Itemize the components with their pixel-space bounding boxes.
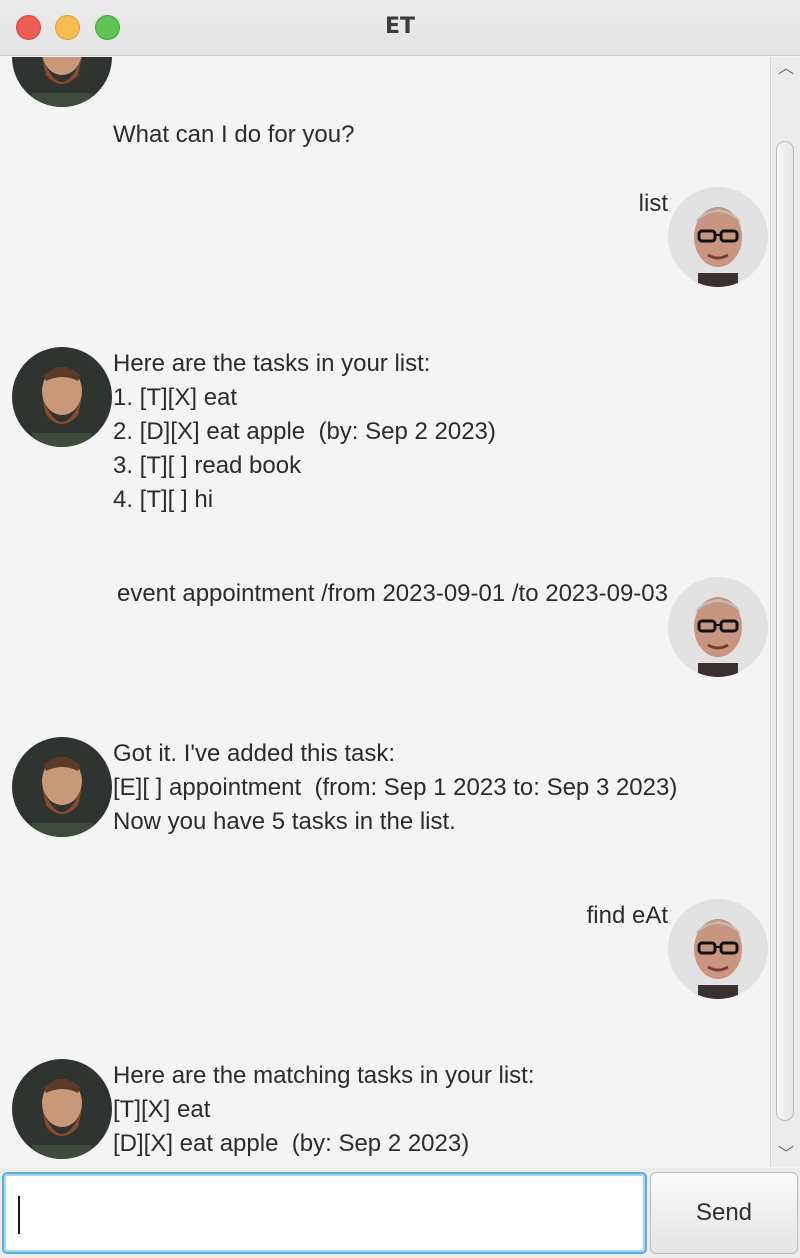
send-button[interactable]: Send bbox=[650, 1172, 798, 1254]
user-input-field[interactable] bbox=[2, 1172, 647, 1254]
user-message: list bbox=[0, 187, 770, 287]
scroll-down-arrow-icon[interactable]: ﹀ bbox=[771, 1143, 800, 1167]
bot-message-text: Got it. I've added this task: [E][ ] app… bbox=[113, 740, 678, 835]
glasses-man-avatar-icon bbox=[668, 187, 768, 287]
scrollbar-thumb[interactable] bbox=[776, 141, 794, 1121]
window-titlebar: ET bbox=[0, 0, 800, 56]
vertical-scrollbar[interactable]: ︿ ﹀ bbox=[770, 57, 800, 1167]
bearded-man-avatar-icon bbox=[12, 57, 112, 107]
bearded-man-avatar-icon bbox=[12, 1059, 112, 1159]
user-message: find eAt bbox=[0, 899, 770, 999]
dialog-container: What can I do for you? list Here are the… bbox=[0, 57, 770, 1167]
text-caret bbox=[18, 1196, 20, 1234]
glasses-man-avatar-icon bbox=[668, 577, 768, 677]
bearded-man-avatar-icon bbox=[12, 347, 112, 447]
user-message-text: event appointment /from 2023-09-01 /to 2… bbox=[116, 580, 668, 607]
user-message-text: list bbox=[638, 190, 668, 217]
bot-message: Got it. I've added this task: [E][ ] app… bbox=[0, 737, 770, 847]
scroll-up-arrow-icon[interactable]: ︿ bbox=[771, 57, 800, 81]
bot-message-text: Here are the tasks in your list: 1. [T][… bbox=[113, 350, 496, 513]
bot-message: What can I do for you? bbox=[0, 57, 770, 148]
bot-message-text: Here are the matching tasks in your list… bbox=[113, 1062, 535, 1157]
bot-message: Here are the matching tasks in your list… bbox=[0, 1059, 770, 1167]
bot-message-text: What can I do for you? bbox=[113, 121, 355, 148]
bot-message: Here are the tasks in your list: 1. [T][… bbox=[0, 347, 770, 517]
window-title: ET bbox=[384, 14, 416, 39]
input-bar: Send bbox=[0, 1168, 800, 1258]
glasses-man-avatar-icon bbox=[668, 899, 768, 999]
bearded-man-avatar-icon bbox=[12, 737, 112, 837]
user-message: event appointment /from 2023-09-01 /to 2… bbox=[0, 577, 770, 677]
user-message-text: find eAt bbox=[586, 902, 668, 929]
